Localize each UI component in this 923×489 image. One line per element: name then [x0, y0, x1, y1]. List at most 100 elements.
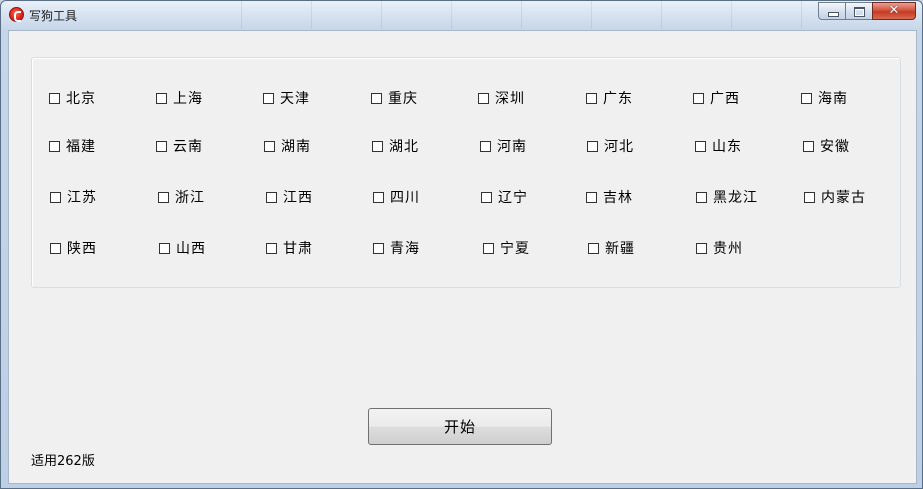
background-window-ghost	[201, 1, 821, 29]
checkbox-label: 江苏	[67, 190, 97, 206]
province-checkbox[interactable]: 山东	[695, 137, 742, 155]
checkbox-box[interactable]	[159, 242, 170, 254]
checkbox-label: 黑龙江	[713, 190, 758, 206]
province-checkbox[interactable]: 贵州	[696, 239, 743, 257]
app-window: 写狗工具 ✕ 北京 上海 天津 重庆 深圳 广东 广西 海南福建 云南 湖南 湖北 河南 河北 山东 安徽江…	[0, 0, 923, 489]
checkbox-box[interactable]	[373, 242, 384, 254]
checkbox-box[interactable]	[373, 191, 384, 203]
checkbox-box[interactable]	[50, 191, 61, 203]
checkbox-box[interactable]	[804, 191, 815, 203]
checkbox-box[interactable]	[158, 191, 169, 203]
checkbox-box[interactable]	[586, 92, 597, 104]
checkbox-box[interactable]	[481, 191, 492, 203]
checkbox-label: 吉林	[603, 190, 633, 206]
checkbox-box[interactable]	[587, 140, 598, 152]
checkbox-label: 山东	[712, 139, 742, 155]
checkbox-label: 福建	[66, 139, 96, 155]
province-checkbox[interactable]: 山西	[159, 239, 206, 257]
province-checkbox[interactable]: 深圳	[478, 89, 525, 107]
province-checkbox[interactable]: 黑龙江	[696, 188, 758, 206]
province-checkbox[interactable]: 青海	[373, 239, 420, 257]
province-checkbox[interactable]: 重庆	[371, 89, 418, 107]
checkbox-box[interactable]	[696, 242, 707, 254]
checkbox-box[interactable]	[266, 242, 277, 254]
checkbox-box[interactable]	[156, 92, 167, 104]
province-checkbox[interactable]: 福建	[49, 137, 96, 155]
checkbox-label: 海南	[818, 91, 848, 107]
province-checkbox[interactable]: 广西	[693, 89, 740, 107]
checkbox-box[interactable]	[371, 92, 382, 104]
province-checkbox[interactable]: 广东	[586, 89, 633, 107]
start-button[interactable]: 开始	[368, 408, 552, 445]
province-checkbox[interactable]: 江西	[266, 188, 313, 206]
province-checkbox[interactable]: 上海	[156, 89, 203, 107]
province-checkbox[interactable]: 浙江	[158, 188, 205, 206]
close-button[interactable]: ✕	[872, 2, 916, 20]
checkbox-label: 新疆	[605, 241, 635, 257]
checkbox-label: 山西	[176, 241, 206, 257]
province-checkbox[interactable]: 吉林	[586, 188, 633, 206]
checkbox-label: 深圳	[495, 91, 525, 107]
checkbox-box[interactable]	[263, 92, 274, 104]
province-checkbox[interactable]: 安徽	[803, 137, 850, 155]
checkbox-label: 内蒙古	[821, 190, 866, 206]
checkbox-label: 天津	[280, 91, 310, 107]
checkbox-box[interactable]	[266, 191, 277, 203]
checkbox-label: 广西	[710, 91, 740, 107]
checkbox-box[interactable]	[372, 140, 383, 152]
app-logo-icon[interactable]	[9, 7, 24, 22]
province-checkbox[interactable]: 湖南	[264, 137, 311, 155]
maximize-button[interactable]	[845, 2, 872, 20]
maximize-icon	[854, 7, 865, 17]
checkbox-box[interactable]	[693, 92, 704, 104]
checkbox-label: 四川	[390, 190, 420, 206]
client-area: 北京 上海 天津 重庆 深圳 广东 广西 海南福建 云南 湖南 湖北 河南 河北 山东 安徽江苏 浙江 江西 四川…	[8, 30, 917, 484]
checkbox-label: 贵州	[713, 241, 743, 257]
province-checkbox[interactable]: 天津	[263, 89, 310, 107]
province-checkbox[interactable]: 海南	[801, 89, 848, 107]
checkbox-box[interactable]	[483, 242, 494, 254]
checkbox-box[interactable]	[588, 242, 599, 254]
checkbox-box[interactable]	[478, 92, 489, 104]
checkbox-box[interactable]	[586, 191, 597, 203]
checkbox-box[interactable]	[264, 140, 275, 152]
province-checkbox[interactable]: 云南	[156, 137, 203, 155]
checkbox-box[interactable]	[49, 140, 60, 152]
checkbox-box[interactable]	[156, 140, 167, 152]
province-checkbox[interactable]: 江苏	[50, 188, 97, 206]
checkbox-box[interactable]	[50, 242, 61, 254]
province-checkbox[interactable]: 新疆	[588, 239, 635, 257]
minimize-icon	[828, 12, 839, 17]
checkbox-label: 湖南	[281, 139, 311, 155]
province-checkbox[interactable]: 河南	[480, 137, 527, 155]
checkbox-label: 北京	[66, 91, 96, 107]
checkbox-box[interactable]	[803, 140, 814, 152]
province-checkbox[interactable]: 内蒙古	[804, 188, 866, 206]
province-checkbox[interactable]: 宁夏	[483, 239, 530, 257]
province-group: 北京 上海 天津 重庆 深圳 广东 广西 海南福建 云南 湖南 湖北 河南 河北 山东 安徽江苏 浙江 江西 四川…	[31, 57, 901, 288]
checkbox-label: 云南	[173, 139, 203, 155]
checkbox-box[interactable]	[480, 140, 491, 152]
province-checkbox[interactable]: 辽宁	[481, 188, 528, 206]
checkbox-box[interactable]	[49, 92, 60, 104]
title-bar[interactable]: 写狗工具 ✕	[1, 1, 922, 29]
province-checkbox[interactable]: 甘肃	[266, 239, 313, 257]
checkbox-box[interactable]	[696, 191, 707, 203]
minimize-button[interactable]	[818, 2, 845, 20]
checkbox-label: 河南	[497, 139, 527, 155]
checkbox-label: 重庆	[388, 91, 418, 107]
window-title: 写狗工具	[29, 9, 78, 23]
checkbox-label: 青海	[390, 241, 420, 257]
checkbox-box[interactable]	[801, 92, 812, 104]
checkbox-box[interactable]	[695, 140, 706, 152]
province-checkbox[interactable]: 湖北	[372, 137, 419, 155]
province-checkbox[interactable]: 四川	[373, 188, 420, 206]
version-label: 适用262版	[31, 454, 95, 469]
checkbox-label: 陕西	[67, 241, 97, 257]
province-checkbox[interactable]: 河北	[587, 137, 634, 155]
caption-buttons: ✕	[818, 2, 916, 21]
close-icon: ✕	[888, 3, 900, 18]
province-checkbox[interactable]: 北京	[49, 89, 96, 107]
province-checkbox[interactable]: 陕西	[50, 239, 97, 257]
checkbox-label: 安徽	[820, 139, 850, 155]
